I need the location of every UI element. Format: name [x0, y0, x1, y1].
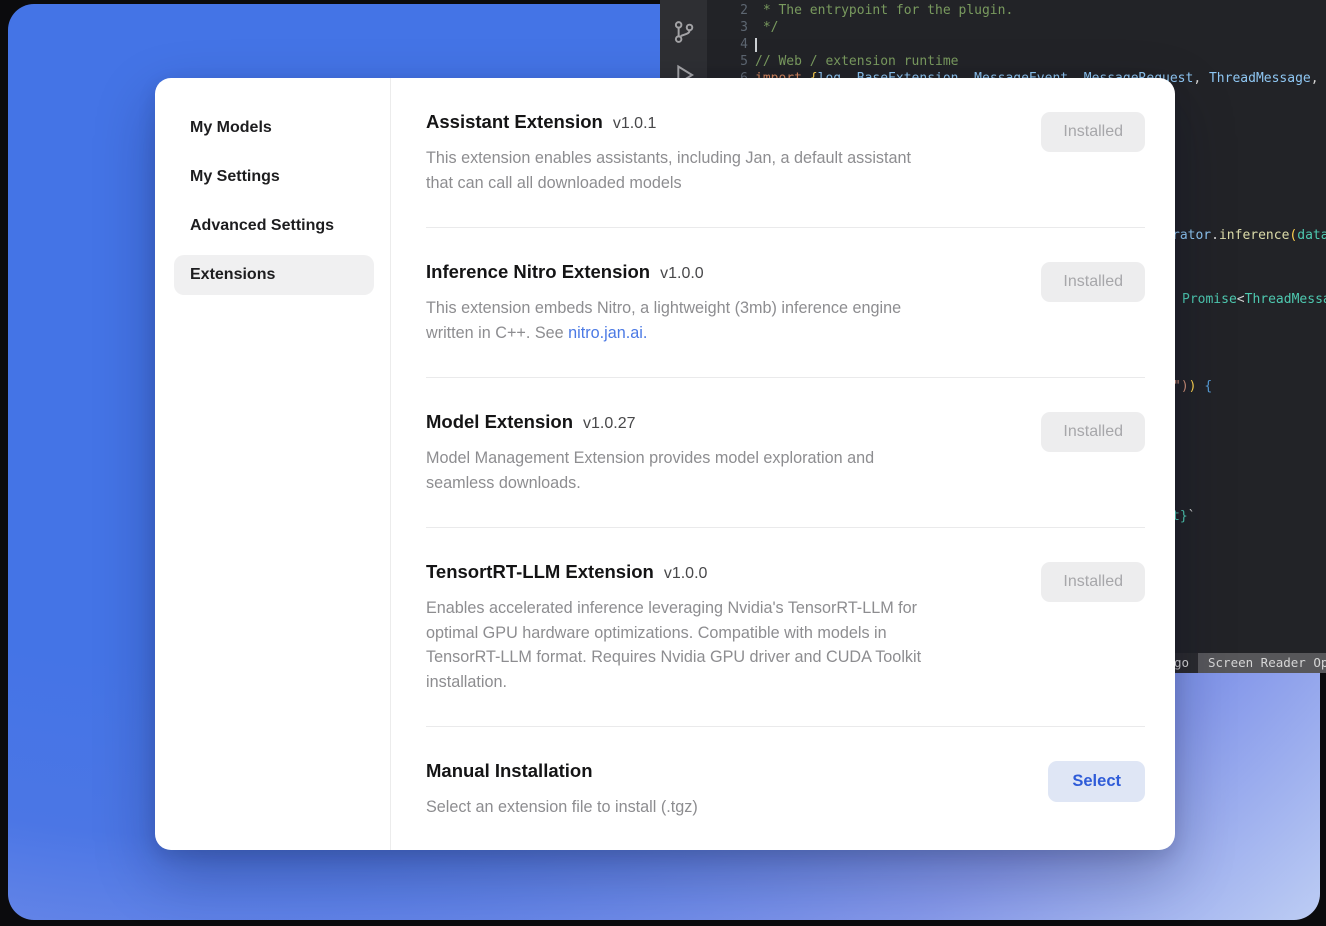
code-fragment: ")) {	[1173, 379, 1212, 395]
installed-button[interactable]: Installed	[1041, 562, 1145, 602]
sidebar-item-my-settings[interactable]: My Settings	[174, 157, 374, 197]
sidebar-item-extensions[interactable]: Extensions	[174, 255, 374, 295]
extension-description: Enables accelerated inference leveraging…	[426, 596, 921, 694]
extension-row-model: Model Extension v1.0.27 Model Management …	[426, 377, 1145, 527]
extension-title-line: Inference Nitro Extension v1.0.0	[426, 261, 901, 283]
manual-installation-title-line: Manual Installation	[426, 760, 698, 782]
manual-installation-row: Manual Installation Select an extension …	[426, 726, 1145, 850]
sidebar-item-advanced-settings[interactable]: Advanced Settings	[174, 206, 374, 246]
manual-installation-title: Manual Installation	[426, 760, 593, 781]
extension-description: This extension enables assistants, inclu…	[426, 146, 911, 195]
extension-name: Assistant Extension	[426, 111, 603, 132]
installed-button[interactable]: Installed	[1041, 412, 1145, 452]
extension-version: v1.0.27	[583, 415, 635, 432]
nitro-jan-ai-link[interactable]: nitro.jan.ai.	[568, 324, 647, 342]
extension-title-line: TensortRT-LLM Extension v1.0.0	[426, 561, 921, 583]
extension-version: v1.0.0	[664, 565, 708, 582]
manual-installation-description: Select an extension file to install (.tg…	[426, 795, 698, 820]
extension-title-line: Model Extension v1.0.27	[426, 411, 874, 433]
settings-sidebar: My Models My Settings Advanced Settings …	[155, 78, 391, 850]
select-file-button[interactable]: Select	[1048, 761, 1145, 802]
extension-title-line: Assistant Extension v1.0.1	[426, 111, 911, 133]
installed-button[interactable]: Installed	[1041, 112, 1145, 152]
extension-name: Inference Nitro Extension	[426, 261, 650, 282]
extensions-list: Assistant Extension v1.0.1 This extension…	[391, 78, 1175, 850]
code-fragment: rator.inference(data));	[1172, 228, 1326, 244]
extension-name: TensortRT-LLM Extension	[426, 561, 654, 582]
extension-name: Model Extension	[426, 411, 573, 432]
extension-description: Model Management Extension provides mode…	[426, 446, 874, 495]
installed-button[interactable]: Installed	[1041, 262, 1145, 302]
code-fragment: Promise<ThreadMessage>	[1182, 292, 1326, 308]
status-bar-screen-reader-item[interactable]: Screen Reader Optimized	[1198, 653, 1326, 673]
sidebar-item-my-models[interactable]: My Models	[174, 108, 374, 148]
extension-version: v1.0.0	[660, 265, 704, 282]
extension-version: v1.0.1	[613, 115, 657, 132]
settings-card: My Models My Settings Advanced Settings …	[155, 78, 1175, 850]
extension-description: This extension embeds Nitro, a lightweig…	[426, 296, 901, 345]
text-cursor	[755, 38, 757, 52]
code-fragment: t}`	[1172, 509, 1195, 525]
extension-row-tensorrt-llm: TensortRT-LLM Extension v1.0.0 Enables ac…	[426, 527, 1145, 726]
extension-row-assistant: Assistant Extension v1.0.1 This extension…	[426, 78, 1145, 227]
status-bar-left-item[interactable]: go	[1174, 653, 1189, 673]
extension-row-inference-nitro: Inference Nitro Extension v1.0.0 This ext…	[426, 227, 1145, 377]
